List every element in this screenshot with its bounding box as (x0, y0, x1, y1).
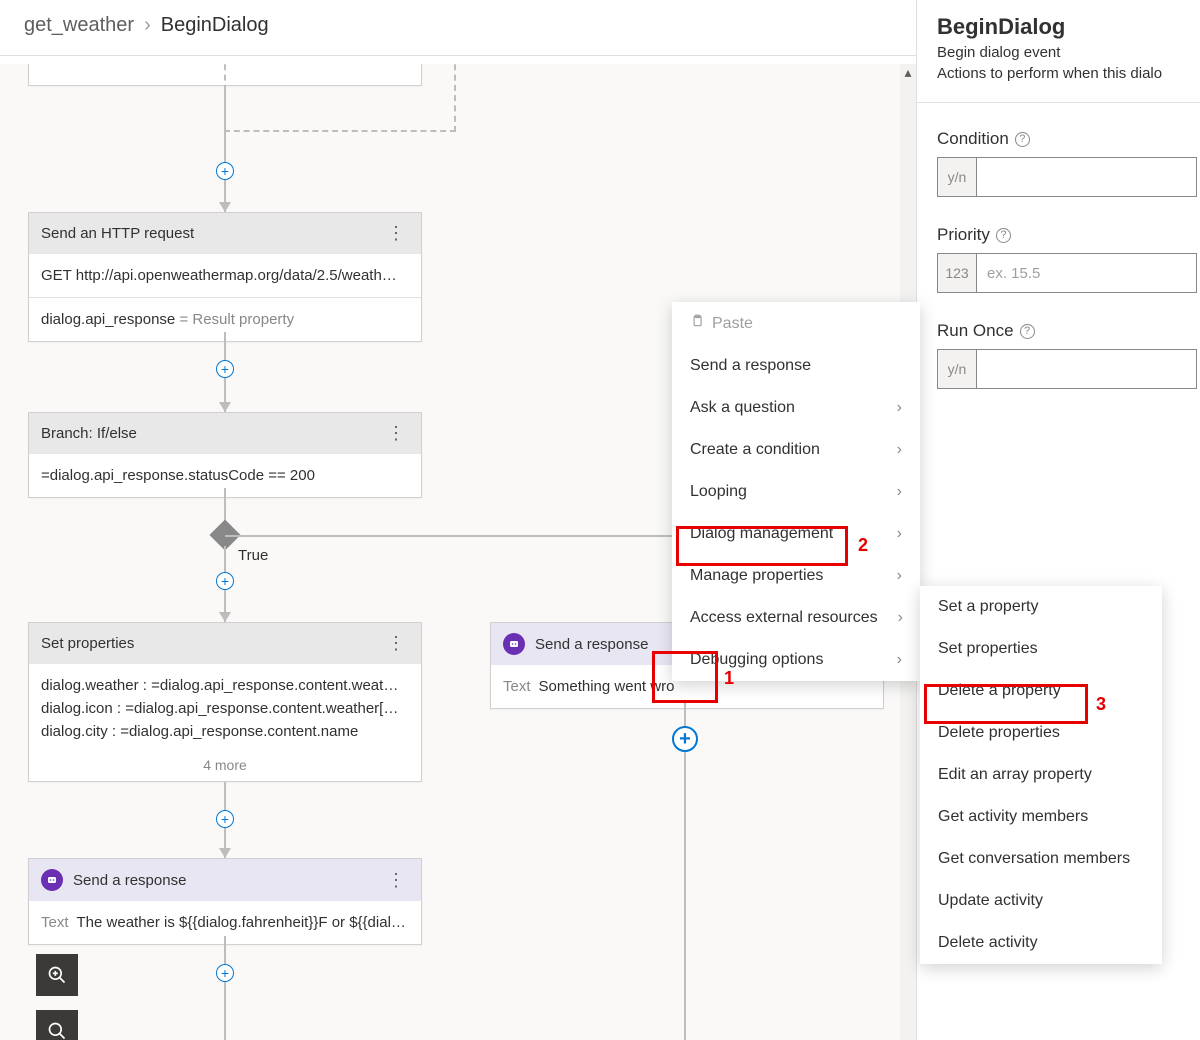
text-tag: Text (503, 678, 531, 695)
arrow-down-icon (219, 402, 231, 412)
menu-item-dialog-management[interactable]: Dialog management › (672, 513, 920, 555)
help-icon[interactable]: ? (1015, 132, 1030, 147)
connector (224, 936, 226, 1040)
zoom-out-button[interactable] (36, 1010, 78, 1040)
response-text: The weather is ${{dialog.fahrenheit}}F o… (77, 914, 409, 931)
connector (224, 86, 226, 214)
node-title: Send a response (535, 636, 648, 653)
chevron-right-icon: › (877, 525, 902, 543)
zoom-in-button[interactable] (36, 954, 78, 996)
help-icon[interactable]: ? (996, 228, 1011, 243)
branch-label-true: True (238, 547, 268, 564)
bot-icon (41, 869, 63, 891)
submenu-item-set-property[interactable]: Set a property (920, 586, 1162, 628)
field-type-badge[interactable]: y/n (938, 158, 977, 196)
submenu-item-delete-property[interactable]: Delete a property (920, 670, 1162, 712)
add-action-button[interactable]: + (216, 360, 234, 378)
result-property-name: dialog.api_response (41, 311, 175, 328)
scroll-up-icon[interactable]: ▴ (900, 64, 916, 80)
runonce-field[interactable]: y/n (937, 349, 1197, 389)
menu-item-access-external[interactable]: Access external resources › (672, 597, 920, 639)
manage-properties-submenu[interactable]: Set a property Set properties Delete a p… (920, 586, 1162, 964)
chevron-right-icon: › (878, 609, 903, 627)
field-label-priority: Priority ? (937, 225, 1200, 245)
branch-node[interactable]: Branch: If/else ⋮ =dialog.api_response.s… (28, 412, 422, 498)
http-request-node[interactable]: Send an HTTP request ⋮ GET http://api.op… (28, 212, 422, 342)
breadcrumb-root[interactable]: get_weather (24, 14, 134, 37)
menu-item-looping[interactable]: Looping › (672, 471, 920, 513)
arrow-down-icon (219, 202, 231, 212)
chevron-right-icon: › (877, 399, 902, 417)
submenu-item-delete-properties[interactable]: Delete properties (920, 712, 1162, 754)
branch-condition: =dialog.api_response.statusCode == 200 (41, 464, 409, 487)
add-action-button[interactable]: + (216, 162, 234, 180)
node-title: Set properties (41, 635, 134, 652)
priority-field[interactable]: 123 (937, 253, 1197, 293)
text-tag: Text (41, 914, 69, 931)
property-row: dialog.city : =dialog.api_response.conte… (41, 720, 409, 743)
menu-item-manage-properties[interactable]: Manage properties › (672, 555, 920, 597)
result-property-suffix: = Result property (175, 311, 294, 328)
dashed-drop-zone (224, 64, 456, 132)
breadcrumb: get_weather › BeginDialog (24, 14, 269, 37)
runonce-input[interactable] (977, 350, 1196, 388)
more-icon[interactable]: ⋮ (383, 423, 409, 444)
property-row: dialog.icon : =dialog.api_response.conte… (41, 697, 409, 720)
more-icon[interactable]: ⋮ (383, 223, 409, 244)
menu-item-send-response[interactable]: Send a response (672, 345, 920, 387)
connector (225, 535, 685, 537)
add-action-button-main[interactable]: + (672, 726, 698, 752)
divider (917, 102, 1200, 103)
chevron-right-icon: › (877, 651, 902, 669)
submenu-item-edit-array[interactable]: Edit an array property (920, 754, 1162, 796)
field-label-condition: Condition ? (937, 129, 1200, 149)
set-properties-node[interactable]: Set properties ⋮ dialog.weather : =dialo… (28, 622, 422, 782)
panel-description: Actions to perform when this dialo (937, 65, 1200, 82)
menu-item-ask-question[interactable]: Ask a question › (672, 387, 920, 429)
arrow-down-icon (219, 848, 231, 858)
response-text: Something went wro (539, 678, 675, 695)
send-response-node[interactable]: Send a response ⋮ Text The weather is ${{… (28, 858, 422, 945)
panel-title: BeginDialog (937, 14, 1200, 40)
submenu-item-get-conversation-members[interactable]: Get conversation members (920, 838, 1162, 880)
breadcrumb-leaf: BeginDialog (161, 14, 269, 37)
help-icon[interactable]: ? (1020, 324, 1035, 339)
panel-subtitle: Begin dialog event (937, 44, 1200, 61)
menu-item-create-condition[interactable]: Create a condition › (672, 429, 920, 471)
add-action-button[interactable]: + (216, 810, 234, 828)
menu-item-debugging[interactable]: Debugging options › (672, 639, 920, 681)
chevron-right-icon: › (877, 567, 902, 585)
property-row: dialog.weather : =dialog.api_response.co… (41, 674, 409, 697)
bot-icon (503, 633, 525, 655)
condition-field[interactable]: y/n (937, 157, 1197, 197)
menu-item-paste: Paste (672, 302, 920, 345)
arrow-down-icon (219, 612, 231, 622)
chevron-right-icon: › (144, 14, 151, 37)
http-url: http://api.openweathermap.org/data/2.5/w… (76, 267, 397, 284)
submenu-item-set-properties[interactable]: Set properties (920, 628, 1162, 670)
field-label-runonce: Run Once ? (937, 321, 1200, 341)
more-icon[interactable]: ⋮ (383, 633, 409, 654)
paste-icon (690, 314, 704, 333)
submenu-item-delete-activity[interactable]: Delete activity (920, 922, 1162, 964)
node-title: Send an HTTP request (41, 225, 194, 242)
more-icon[interactable]: ⋮ (383, 870, 409, 891)
field-type-badge[interactable]: 123 (938, 254, 977, 292)
chevron-right-icon: › (877, 441, 902, 459)
chevron-right-icon: › (877, 483, 902, 501)
add-action-button[interactable]: + (216, 572, 234, 590)
more-rows-indicator[interactable]: 4 more (29, 753, 421, 781)
action-menu[interactable]: Paste Send a response Ask a question › C… (672, 302, 920, 681)
http-method: GET (41, 267, 72, 284)
submenu-item-get-activity-members[interactable]: Get activity members (920, 796, 1162, 838)
submenu-item-update-activity[interactable]: Update activity (920, 880, 1162, 922)
node-title: Send a response (73, 872, 186, 889)
add-action-button[interactable]: + (216, 964, 234, 982)
field-type-badge[interactable]: y/n (938, 350, 977, 388)
priority-input[interactable] (977, 254, 1196, 292)
condition-input[interactable] (977, 158, 1196, 196)
node-title: Branch: If/else (41, 425, 137, 442)
